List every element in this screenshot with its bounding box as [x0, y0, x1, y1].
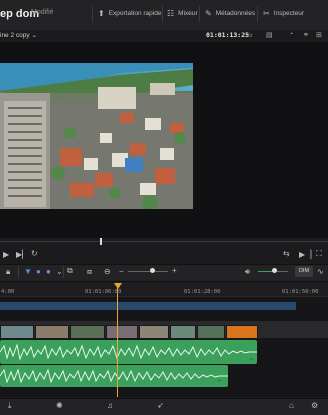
page-navigation-bar: [0, 398, 328, 415]
video-clip[interactable]: [139, 325, 169, 339]
divider: [257, 6, 258, 22]
aerial-city-image: [0, 63, 193, 209]
zoom-slider-track[interactable]: [128, 271, 168, 272]
settings-icon[interactable]: ⚙: [311, 401, 318, 410]
fairlight-page-icon[interactable]: ♫: [107, 401, 113, 410]
divider: [63, 266, 64, 278]
chevron-down-icon: ⌄: [31, 32, 37, 39]
jog-scrubber-track[interactable]: [0, 241, 328, 242]
loop-icon[interactable]: ↻: [31, 249, 38, 258]
inspector-label: Inspecteur: [273, 10, 305, 17]
ruler-label: 4:00: [1, 289, 15, 295]
inspector-icon: ✂: [263, 9, 270, 18]
ruler-label: 01:01:50:00: [282, 289, 319, 295]
scrubber-handle[interactable]: [100, 238, 102, 245]
match-frame-icon[interactable]: ⇆: [283, 249, 290, 258]
cut-page-icon[interactable]: ✺: [56, 401, 63, 410]
transport-bar: [0, 246, 328, 262]
minus-icon[interactable]: −: [119, 267, 124, 276]
zoom-out-icon[interactable]: ⊖: [104, 267, 111, 276]
zoom-custom-icon[interactable]: ⧈: [87, 267, 92, 277]
quick-export-button[interactable]: ⬆ Exportation rapide: [98, 9, 161, 18]
quick-export-label: Exportation rapide: [108, 10, 162, 17]
ruler-label: 01:01:28:00: [184, 289, 221, 295]
audio-curve-icon[interactable]: ⌐: [218, 378, 222, 384]
mixer-icon: ☷: [167, 9, 175, 18]
fullscreen-icon[interactable]: ⛶: [316, 249, 322, 259]
ruler-label: 01:01:06:00: [85, 289, 122, 295]
timecode-display: 01:01:13:25: [206, 31, 250, 39]
mixer-label: Mixeur: [178, 10, 198, 17]
volume-slider-handle[interactable]: [272, 268, 277, 273]
go-to-end-icon[interactable]: ▶▕: [299, 250, 311, 259]
metadata-label: Métadonnées: [215, 10, 256, 17]
divider: [199, 6, 200, 22]
color-icon[interactable]: ◔: [289, 31, 293, 38]
playhead-handle[interactable]: [114, 283, 122, 289]
video-clip[interactable]: [197, 325, 225, 339]
next-frame-icon[interactable]: ▶▏: [16, 250, 28, 259]
audio-waveform: [0, 343, 257, 361]
waveform-icon[interactable]: ∿: [317, 267, 324, 276]
divider: [92, 6, 93, 22]
dim-button[interactable]: DIM: [295, 266, 313, 277]
flag-icon[interactable]: ●: [46, 267, 51, 276]
home-icon[interactable]: ⌂: [289, 401, 294, 410]
video-clip[interactable]: [35, 325, 69, 339]
video-clip[interactable]: [70, 325, 105, 339]
video-clip[interactable]: [0, 325, 34, 339]
audio-clip[interactable]: [0, 365, 228, 387]
project-status: Modifié: [31, 9, 54, 16]
display-mode-icon[interactable]: ▤: [266, 31, 273, 39]
audio-waveform: [0, 368, 228, 384]
snapping-icon[interactable]: ●: [36, 267, 41, 276]
audio-curve-icon[interactable]: ⌐: [250, 357, 254, 363]
plus-icon[interactable]: +: [172, 266, 177, 275]
lock-icon[interactable]: 🔒︎: [6, 267, 10, 277]
volume-icon[interactable]: 🔊︎: [245, 267, 250, 277]
video-frame[interactable]: [0, 63, 193, 209]
play-icon[interactable]: ▶: [3, 250, 9, 259]
mixer-button[interactable]: ☷ Mixeur: [167, 9, 198, 18]
selection-tool-icon[interactable]: ▼: [24, 267, 32, 276]
metadata-icon: ✎: [205, 9, 212, 18]
audio-clip[interactable]: [0, 340, 257, 364]
export-icon: ⬆: [98, 9, 105, 18]
layout-icon[interactable]: ⊞: [316, 31, 322, 39]
zoom-slider-handle[interactable]: [150, 268, 155, 273]
media-page-icon[interactable]: ⤓: [8, 401, 12, 411]
video-clip-orange[interactable]: [226, 325, 258, 339]
deliver-page-icon[interactable]: ➶: [157, 401, 164, 410]
link-icon[interactable]: ⚭: [303, 31, 309, 39]
timeline-ruler[interactable]: [0, 282, 328, 297]
video-clip[interactable]: [106, 325, 138, 339]
metadata-button[interactable]: ✎ Métadonnées: [205, 9, 255, 18]
playhead[interactable]: [117, 283, 118, 397]
marker-dropdown-icon[interactable]: ⌄: [56, 267, 63, 276]
divider: [18, 266, 19, 278]
viewer-header: [0, 30, 328, 42]
viewer-options-icon[interactable]: ▭: [246, 31, 253, 39]
timeline-name: ine 2 copy: [0, 32, 30, 39]
inspector-button[interactable]: ✂ Inspecteur: [263, 9, 304, 18]
video-clip[interactable]: [170, 325, 196, 339]
zoom-fit-icon[interactable]: ⧉: [67, 266, 73, 276]
divider: [162, 6, 163, 22]
title-track-clip[interactable]: [0, 302, 296, 310]
timeline-selector[interactable]: ine 2 copy ⌄: [0, 31, 37, 39]
